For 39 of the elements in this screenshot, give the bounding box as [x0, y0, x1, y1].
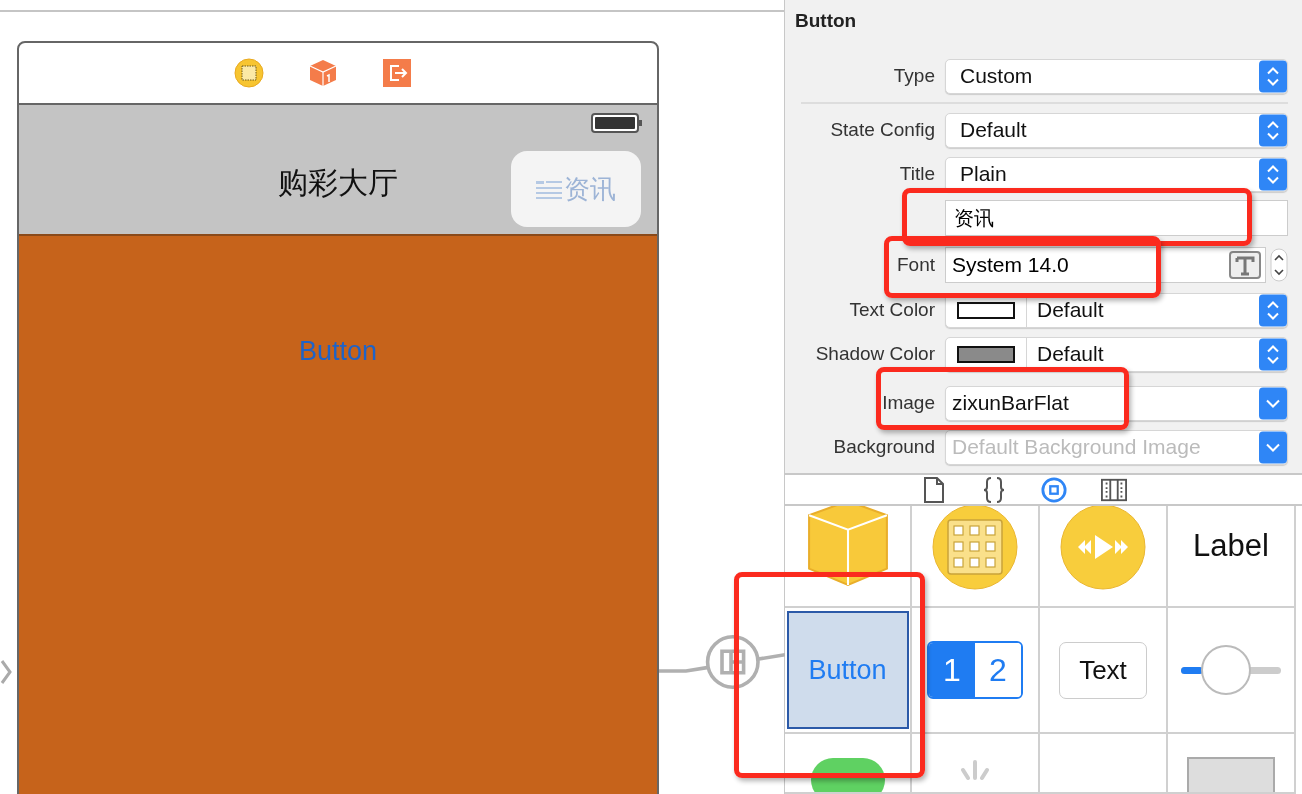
stepper-icon[interactable] [1270, 247, 1288, 282]
cube-icon[interactable] [308, 58, 338, 88]
text-field-item[interactable]: Text [1059, 641, 1147, 699]
color-popup[interactable]: Default [945, 292, 1288, 328]
list-icon [536, 179, 562, 199]
field-label: Title [899, 163, 935, 185]
field-label: Text Color [849, 299, 935, 321]
label-item[interactable]: Label [1193, 528, 1269, 564]
slider[interactable] [1181, 644, 1281, 696]
field-label: Image [882, 392, 935, 414]
field-label: State Config [830, 119, 935, 141]
stepper-icon [1259, 157, 1287, 191]
image-view-icon[interactable] [1186, 756, 1276, 792]
segment[interactable]: 1 [929, 643, 975, 697]
stepper-icon [1259, 113, 1287, 147]
chevron-down-icon [1259, 430, 1287, 464]
exit-icon[interactable] [382, 58, 412, 88]
image-combo-box[interactable]: zixunBarFlat [945, 385, 1288, 421]
popup-button[interactable]: Default [945, 112, 1288, 148]
title-field[interactable]: 资讯 [945, 200, 1288, 236]
section-title: Button [795, 10, 858, 33]
battery-icon [591, 113, 643, 133]
object-tab[interactable] [1040, 475, 1067, 504]
font-field[interactable]: System 14.0 [945, 246, 1266, 283]
field-label: Shadow Color [815, 343, 935, 365]
field-label: Font [896, 253, 935, 276]
stepper-icon [1259, 293, 1287, 327]
popup-button[interactable]: Plain [945, 156, 1288, 192]
field-label: Background [833, 436, 935, 458]
font-picker-icon[interactable] [1229, 250, 1261, 279]
slider-thumb[interactable] [1201, 645, 1251, 695]
popup-button[interactable]: Custom [945, 58, 1288, 94]
stepper-icon [1259, 59, 1287, 93]
field-label: Type [893, 65, 935, 87]
stepper-icon [1259, 337, 1287, 371]
chevron-down-icon [1259, 386, 1287, 420]
nav-title: 购彩大厅 [278, 165, 398, 201]
color-popup[interactable]: Default [945, 336, 1288, 372]
view-controller-icon[interactable] [234, 58, 264, 88]
